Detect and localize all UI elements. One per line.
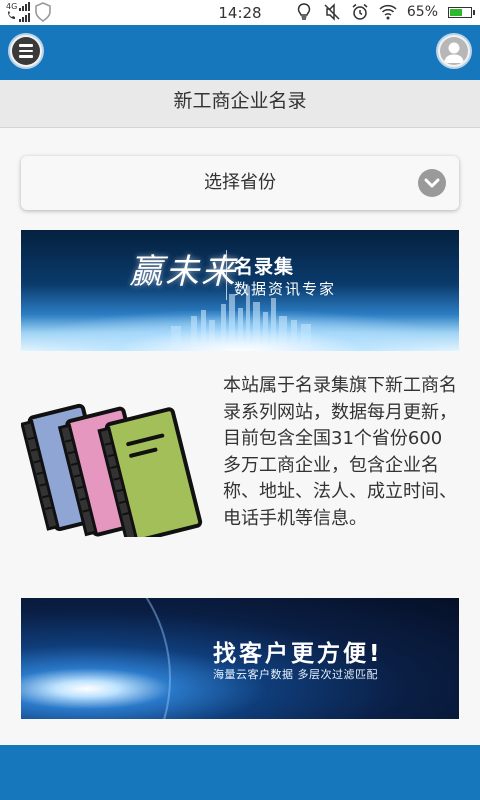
footer-bar [0, 745, 480, 800]
battery-icon [448, 6, 475, 18]
planet-glow [21, 598, 171, 719]
brand-banner[interactable]: 赢未来 名录集 数据资讯专家 [21, 230, 459, 351]
horizon-glow [21, 311, 459, 351]
province-select[interactable]: 选择省份 [21, 156, 459, 210]
menu-icon [12, 37, 40, 65]
intro-section: 本站属于名录集旗下新工商名录系列网站，数据每月更新，目前包含全国31个省份600… [21, 373, 459, 583]
alarm-icon [352, 3, 368, 20]
page-title: 新工商企业名录 [0, 80, 480, 128]
battery-level [450, 8, 463, 16]
promo-subtitle: 海量云客户数据 多层次过滤匹配 [213, 668, 378, 681]
status-bar: 4G 14:28 65% [0, 0, 480, 25]
mute-icon [324, 3, 340, 21]
battery-percent: 65% [406, 4, 438, 20]
promo-banner[interactable]: 找客户更方便! 海量云客户数据 多层次过滤匹配 [21, 598, 459, 719]
wifi-icon [379, 4, 397, 20]
banner-subtitle: 数据资讯专家 [234, 280, 337, 298]
menu-button[interactable] [8, 33, 44, 69]
chevron-down-icon [418, 169, 446, 197]
province-select-label: 选择省份 [204, 172, 276, 193]
brand-logo: 赢未来 [129, 252, 237, 292]
user-button[interactable] [436, 33, 472, 69]
bulb-icon [297, 3, 311, 20]
app-bar [0, 25, 480, 80]
status-right: 65% [295, 3, 475, 21]
user-avatar-icon [440, 37, 468, 65]
banner-divider [226, 250, 227, 300]
promo-title: 找客户更方便! [213, 641, 383, 667]
books-icon [21, 403, 203, 537]
banner-title: 名录集 [234, 256, 295, 278]
main-content: 选择省份 赢未来 名录集 数据资讯专家 本站属于名录集旗下新工商名录系列网站，数… [0, 128, 480, 745]
